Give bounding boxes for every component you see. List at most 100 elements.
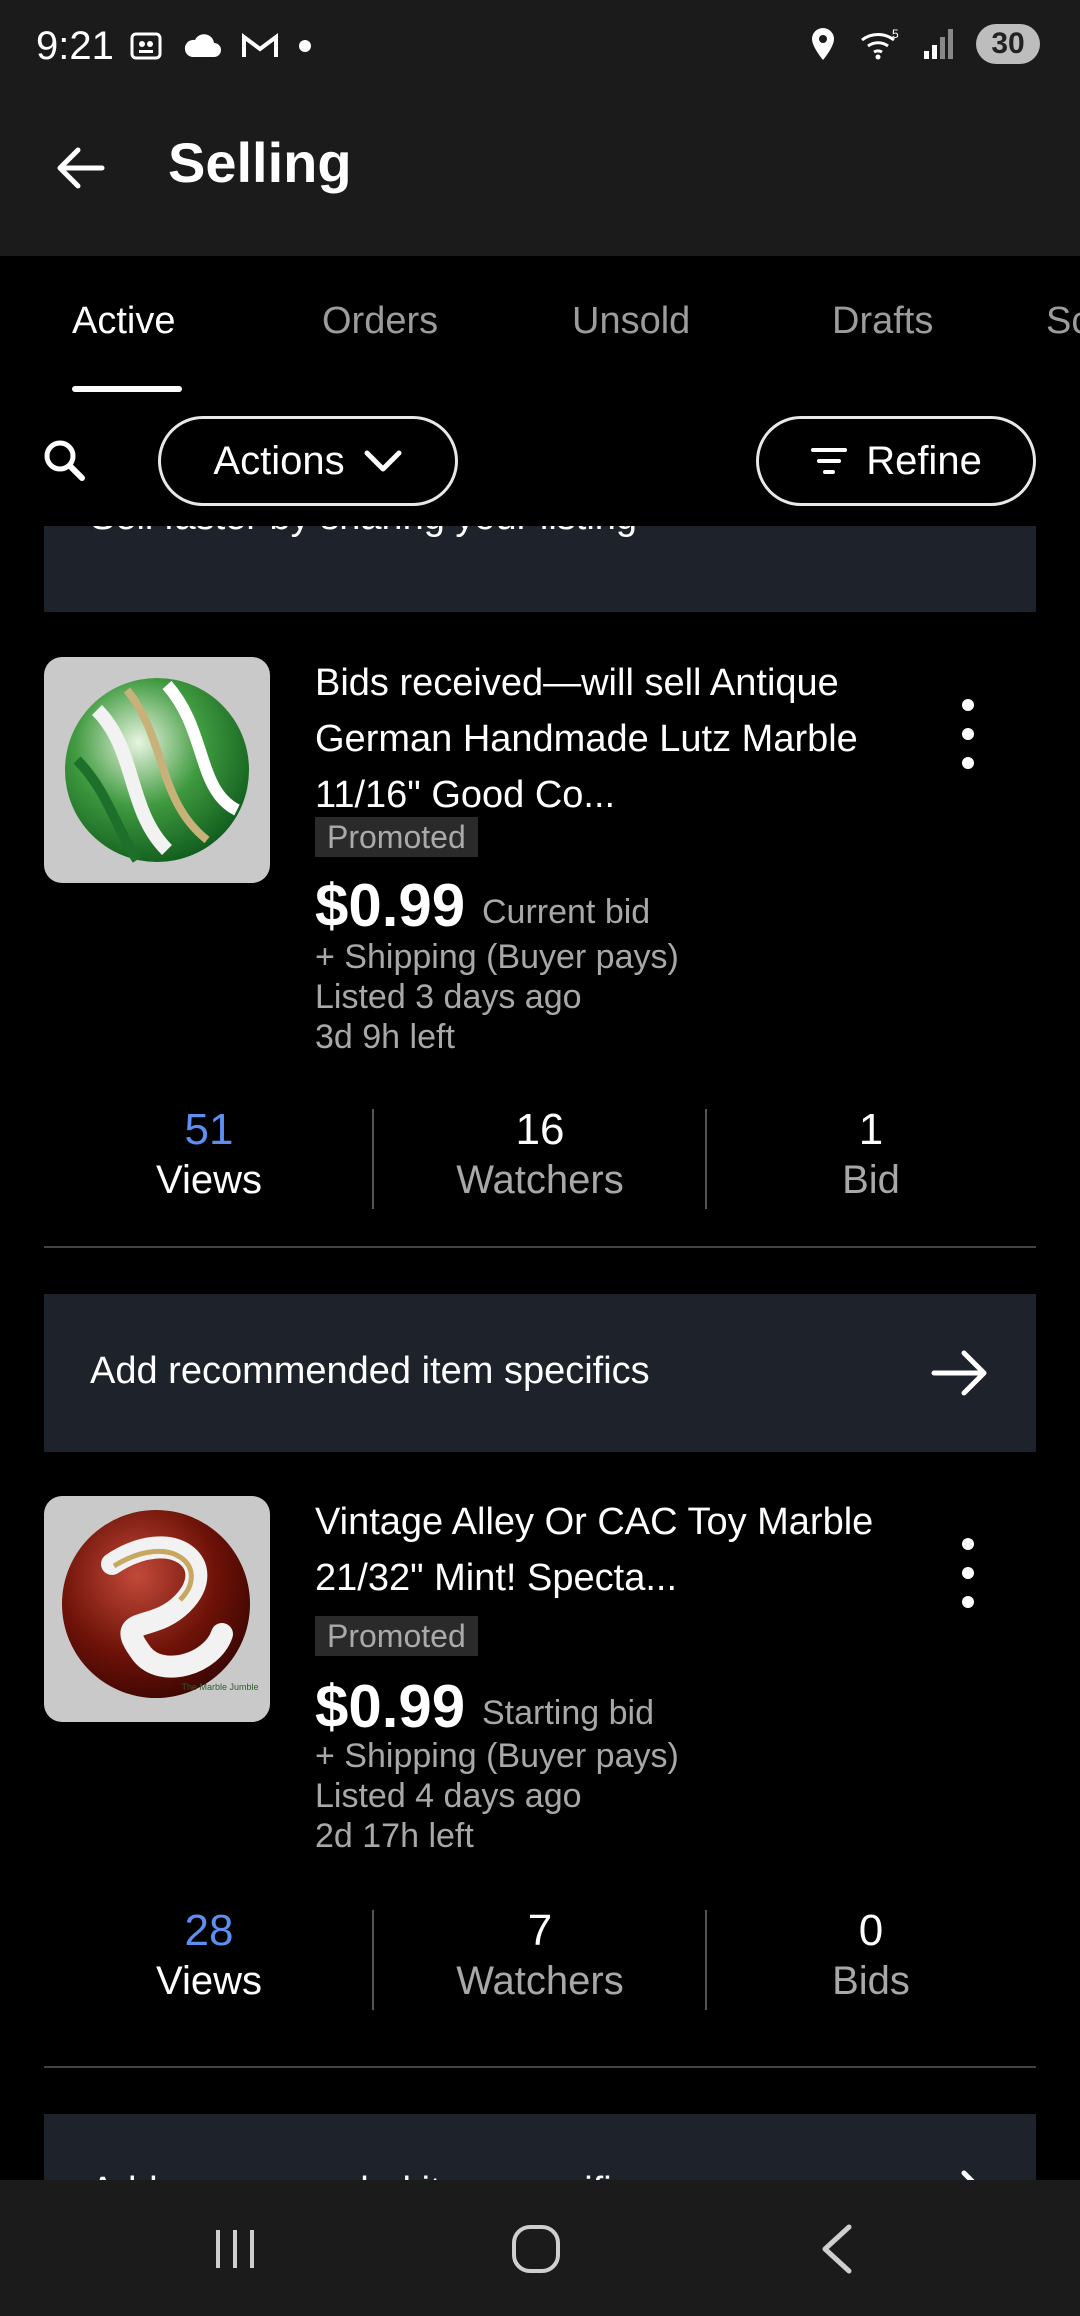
views-stat[interactable]: 28 Views xyxy=(44,1906,374,2006)
item-specifics-text: Add recommended item specifics xyxy=(90,2170,650,2180)
actions-dropdown[interactable]: Actions xyxy=(158,416,458,506)
more-dot-icon xyxy=(962,1596,974,1608)
listings-content[interactable]: Sell faster by sharing your listing Bi xyxy=(0,526,1080,2180)
green-swirl-marble-image xyxy=(65,678,249,863)
item-specifics-banner[interactable]: Add recommended item specifics xyxy=(44,1294,1036,1452)
stat-divider xyxy=(372,1910,374,2010)
gmail-icon xyxy=(242,33,278,57)
listing-thumbnail[interactable]: The Marble Jumble xyxy=(44,1496,270,1722)
home-button[interactable] xyxy=(501,2214,571,2284)
listing-card[interactable]: The Marble Jumble Vintage Alley Or CAC T… xyxy=(0,1496,1080,2116)
listing-stats: 51 Views 16 Watchers 1 Bid xyxy=(44,1105,1036,1215)
item-specifics-banner[interactable]: Add recommended item specifics xyxy=(44,2114,1036,2180)
active-tab-indicator xyxy=(72,386,182,392)
status-system-icons: 5 30 xyxy=(808,24,1040,64)
views-count: 28 xyxy=(184,1906,234,1955)
views-label: Views xyxy=(156,1959,262,2003)
time-left: 3d 9h left xyxy=(315,1018,455,1056)
share-listing-text: Sell faster by sharing your listing xyxy=(90,526,637,539)
watchers-stat: 16 Watchers xyxy=(375,1105,705,1205)
shipping-info: + Shipping (Buyer pays) xyxy=(315,1737,679,1775)
brown-swirl-marble-image: The Marble Jumble xyxy=(62,1510,259,1698)
dot-icon xyxy=(299,40,311,52)
watchers-label: Watchers xyxy=(456,1158,624,1202)
listing-price: $0.99 xyxy=(315,872,466,939)
refine-label: Refine xyxy=(866,438,982,483)
more-dot-icon xyxy=(962,1538,974,1550)
screenshot-icon xyxy=(130,32,162,60)
price-note: Starting bid xyxy=(482,1694,654,1732)
bids-stat: 0 Bids xyxy=(706,1906,1036,2006)
cloud-icon xyxy=(184,34,221,57)
listing-separator xyxy=(44,1246,1036,1248)
location-icon xyxy=(812,28,834,60)
bids-stat: 1 Bid xyxy=(706,1105,1036,1205)
tab-scheduled[interactable]: Sc xyxy=(1046,300,1080,343)
watchers-count: 7 xyxy=(527,1906,553,1955)
listed-date: Listed 3 days ago xyxy=(315,978,582,1016)
price-note: Current bid xyxy=(482,893,651,931)
svg-text:5: 5 xyxy=(892,27,899,41)
search-button[interactable] xyxy=(40,436,100,496)
arrow-right-icon xyxy=(931,1350,987,1396)
tab-active[interactable]: Active xyxy=(72,300,175,343)
app-bar: Selling xyxy=(0,96,1080,256)
share-listing-banner[interactable]: Sell faster by sharing your listing xyxy=(44,526,1036,612)
system-nav-bar xyxy=(0,2180,1080,2316)
watchers-label: Watchers xyxy=(456,1959,624,2003)
listed-date: Listed 4 days ago xyxy=(315,1777,582,1815)
listing-title[interactable]: Bids received—will sell Antique German H… xyxy=(315,655,875,823)
chevron-down-icon xyxy=(364,450,402,472)
recent-apps-icon xyxy=(216,2230,254,2268)
listing-card[interactable]: Bids received—will sell Antique German H… xyxy=(0,631,1080,1281)
battery-indicator: 30 xyxy=(976,24,1040,64)
bids-count: 0 xyxy=(858,1906,884,1955)
filter-icon xyxy=(811,448,848,474)
time-left: 2d 17h left xyxy=(315,1817,474,1855)
more-options-button[interactable] xyxy=(948,1538,988,1608)
home-icon xyxy=(512,2225,560,2273)
watchers-count: 16 xyxy=(515,1105,565,1154)
bids-count: 1 xyxy=(858,1105,884,1154)
more-dot-icon xyxy=(962,757,974,769)
wifi-icon: 5 xyxy=(861,27,899,60)
tab-orders[interactable]: Orders xyxy=(322,300,438,343)
arrow-left-icon xyxy=(57,147,105,189)
item-specifics-text: Add recommended item specifics xyxy=(90,1350,650,1392)
bids-label: Bids xyxy=(832,1959,910,2003)
refine-button[interactable]: Refine xyxy=(756,416,1036,506)
back-button[interactable] xyxy=(48,136,112,200)
status-time: 9:21 xyxy=(36,24,114,68)
promoted-badge: Promoted xyxy=(315,817,478,857)
watchers-stat: 7 Watchers xyxy=(375,1906,705,2006)
recent-apps-button[interactable] xyxy=(200,2214,270,2284)
search-icon xyxy=(44,440,85,481)
listing-title[interactable]: Vintage Alley Or CAC Toy Marble 21/32" M… xyxy=(315,1494,875,1606)
page-title: Selling xyxy=(168,131,352,194)
marble-jumble-caption: The Marble Jumble xyxy=(181,1682,258,1692)
system-back-button[interactable] xyxy=(803,2214,873,2284)
status-bar: 9:21 5 30 xyxy=(0,0,1080,96)
filter-row: Actions Refine xyxy=(0,396,1080,526)
bids-label: Bid xyxy=(842,1158,900,1202)
listing-separator xyxy=(44,2066,1036,2068)
signal-icon xyxy=(924,29,953,59)
listing-stats: 28 Views 7 Watchers 0 Bids xyxy=(44,1906,1036,2016)
views-stat[interactable]: 51 Views xyxy=(44,1105,374,1205)
listing-thumbnail[interactable] xyxy=(44,657,270,883)
status-notification-icons xyxy=(128,28,312,64)
more-dot-icon xyxy=(962,1567,974,1579)
views-label: Views xyxy=(156,1158,262,1202)
more-options-button[interactable] xyxy=(948,699,988,769)
stat-divider xyxy=(372,1109,374,1209)
tab-bar: Active Orders Unsold Drafts Sc xyxy=(0,256,1080,396)
shipping-info: + Shipping (Buyer pays) xyxy=(315,938,679,976)
views-count: 51 xyxy=(184,1105,234,1154)
tab-unsold[interactable]: Unsold xyxy=(572,300,690,343)
arrow-right-icon xyxy=(961,2170,975,2180)
back-chevron-icon xyxy=(822,2224,852,2274)
promoted-badge: Promoted xyxy=(315,1616,478,1656)
tab-drafts[interactable]: Drafts xyxy=(832,300,933,343)
more-dot-icon xyxy=(962,728,974,740)
more-dot-icon xyxy=(962,699,974,711)
